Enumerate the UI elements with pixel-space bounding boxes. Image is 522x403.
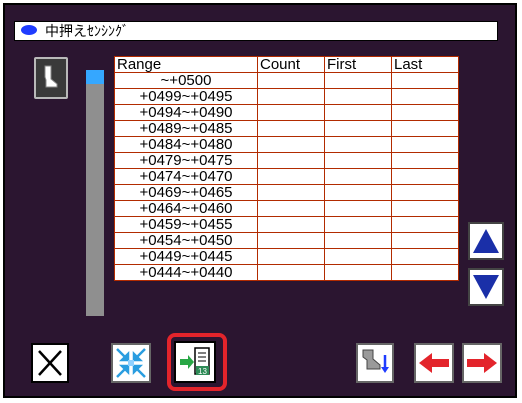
last-cell bbox=[391, 168, 459, 185]
first-cell bbox=[324, 152, 392, 169]
count-cell bbox=[257, 184, 325, 201]
range-cell: +0449~+0445 bbox=[114, 248, 258, 265]
back-button[interactable] bbox=[414, 343, 454, 383]
last-cell bbox=[391, 184, 459, 201]
last-cell bbox=[391, 88, 459, 105]
forward-button[interactable] bbox=[462, 343, 502, 383]
table-row: +0469~+0465 bbox=[114, 184, 459, 201]
vertical-scrollbar[interactable] bbox=[86, 70, 104, 316]
column-header-count: Count bbox=[257, 56, 325, 73]
last-cell bbox=[391, 104, 459, 121]
first-cell bbox=[324, 248, 392, 265]
scroll-up-icon bbox=[473, 229, 499, 253]
first-cell bbox=[324, 184, 392, 201]
export-button[interactable]: 13 bbox=[174, 341, 216, 383]
count-cell bbox=[257, 88, 325, 105]
first-cell bbox=[324, 120, 392, 137]
export-file-icon: 13 bbox=[180, 347, 210, 376]
table-row: +0484~+0480 bbox=[114, 136, 459, 153]
first-cell bbox=[324, 232, 392, 249]
range-cell: +0479~+0475 bbox=[114, 152, 258, 169]
count-cell bbox=[257, 264, 325, 281]
close-x-icon bbox=[38, 350, 62, 376]
count-cell bbox=[257, 216, 325, 233]
first-cell bbox=[324, 264, 392, 281]
count-cell bbox=[257, 120, 325, 137]
sensor-button[interactable] bbox=[356, 343, 394, 383]
last-cell bbox=[391, 72, 459, 89]
column-header-last: Last bbox=[391, 56, 459, 73]
scroll-down-button[interactable] bbox=[468, 268, 504, 306]
count-cell bbox=[257, 168, 325, 185]
range-cell: +0494~+0490 bbox=[114, 104, 258, 121]
table-header-row: Range Count First Last bbox=[114, 56, 459, 73]
back-arrow-icon bbox=[419, 353, 449, 373]
table-row: +0474~+0470 bbox=[114, 168, 459, 185]
count-cell bbox=[257, 248, 325, 265]
title-bar: 中押えｾﾝｼﾝｸﾞ bbox=[14, 21, 498, 41]
presser-foot-icon[interactable] bbox=[34, 57, 68, 99]
range-cell: +0454~+0450 bbox=[114, 232, 258, 249]
first-cell bbox=[324, 200, 392, 217]
first-cell bbox=[324, 168, 392, 185]
window-title: 中押えｾﾝｼﾝｸﾞ bbox=[45, 23, 129, 39]
range-cell: +0469~+0465 bbox=[114, 184, 258, 201]
count-cell bbox=[257, 72, 325, 89]
table-row: +0454~+0450 bbox=[114, 232, 459, 249]
table-row: +0449~+0445 bbox=[114, 248, 459, 265]
table-row: +0489~+0485 bbox=[114, 120, 459, 137]
last-cell bbox=[391, 120, 459, 137]
count-cell bbox=[257, 152, 325, 169]
range-cell: +0489~+0485 bbox=[114, 120, 258, 137]
column-header-first: First bbox=[324, 56, 392, 73]
range-cell: +0474~+0470 bbox=[114, 168, 258, 185]
status-dot-icon bbox=[21, 25, 37, 35]
export-badge-label: 13 bbox=[198, 367, 207, 376]
table-row: ~+0500 bbox=[114, 72, 459, 89]
last-cell bbox=[391, 216, 459, 233]
scroll-down-icon bbox=[473, 275, 499, 299]
data-table: Range Count First Last ~+0500 +0499~+0495… bbox=[114, 56, 459, 281]
shrink-button[interactable] bbox=[111, 343, 151, 383]
first-cell bbox=[324, 88, 392, 105]
scroll-thumb[interactable] bbox=[86, 70, 104, 84]
first-cell bbox=[324, 72, 392, 89]
last-cell bbox=[391, 264, 459, 281]
count-cell bbox=[257, 232, 325, 249]
count-cell bbox=[257, 200, 325, 217]
last-cell bbox=[391, 136, 459, 153]
range-cell: +0499~+0495 bbox=[114, 88, 258, 105]
last-cell bbox=[391, 152, 459, 169]
scroll-up-button[interactable] bbox=[468, 222, 504, 260]
column-header-range: Range bbox=[114, 56, 258, 73]
table-row: +0499~+0495 bbox=[114, 88, 459, 105]
table-row: +0459~+0455 bbox=[114, 216, 459, 233]
count-cell bbox=[257, 136, 325, 153]
range-cell: +0444~+0440 bbox=[114, 264, 258, 281]
table-row: +0444~+0440 bbox=[114, 264, 459, 281]
range-cell: ~+0500 bbox=[114, 72, 258, 89]
table-row: +0479~+0475 bbox=[114, 152, 459, 169]
shrink-arrows-icon bbox=[116, 348, 146, 378]
first-cell bbox=[324, 136, 392, 153]
table-row: +0494~+0490 bbox=[114, 104, 459, 121]
range-cell: +0484~+0480 bbox=[114, 136, 258, 153]
presser-sensor-icon bbox=[362, 349, 389, 373]
last-cell bbox=[391, 200, 459, 217]
last-cell bbox=[391, 248, 459, 265]
range-cell: +0459~+0455 bbox=[114, 216, 258, 233]
table-row: +0464~+0460 bbox=[114, 200, 459, 217]
last-cell bbox=[391, 232, 459, 249]
forward-arrow-icon bbox=[467, 353, 497, 373]
close-button[interactable] bbox=[31, 343, 69, 383]
first-cell bbox=[324, 104, 392, 121]
first-cell bbox=[324, 216, 392, 233]
range-cell: +0464~+0460 bbox=[114, 200, 258, 217]
count-cell bbox=[257, 104, 325, 121]
